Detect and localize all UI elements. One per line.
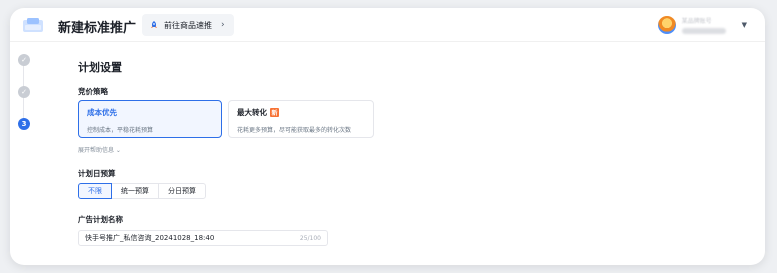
bid-option-title: 最大转化 bbox=[237, 108, 267, 117]
bid-option-cost-first[interactable]: 成本优先 控制成本，平稳花耗预算 bbox=[78, 100, 222, 138]
app-window: 新建标准推广 前往商品速推 › 某品牌账号 ▼ ✓ ✓ 3 计划设置 竞价策略 … bbox=[10, 8, 765, 265]
expand-help-link[interactable]: 展开帮助信息 ⌄ bbox=[78, 145, 121, 154]
bid-option-desc: 控制成本，平稳花耗预算 bbox=[87, 127, 154, 134]
plan-settings-form: 计划设置 竞价策略 成本优先 控制成本，平稳花耗预算 最大转化 新 花耗更多预算… bbox=[78, 8, 765, 265]
check-icon: ✓ bbox=[21, 56, 27, 64]
step-1-done[interactable]: ✓ bbox=[18, 54, 30, 66]
plan-name-input[interactable]: 快手号推广_私信咨询_20241028_18:40 25/100 bbox=[78, 230, 328, 246]
bid-option-title: 成本优先 bbox=[87, 108, 117, 117]
plan-name-label: 广告计划名称 bbox=[78, 215, 123, 224]
bid-option-max-conversion[interactable]: 最大转化 新 花耗更多预算，尽可能获取最多的转化次数 bbox=[228, 100, 374, 138]
section-title: 计划设置 bbox=[78, 61, 122, 74]
new-badge: 新 bbox=[270, 108, 279, 117]
step-2-done[interactable]: ✓ bbox=[18, 86, 30, 98]
budget-option-unified[interactable]: 统一预算 bbox=[111, 183, 159, 199]
budget-option-per-day[interactable]: 分日预算 bbox=[158, 183, 206, 199]
bid-strategy-label: 竞价策略 bbox=[78, 87, 108, 96]
app-logo-icon bbox=[23, 18, 43, 32]
daily-budget-label: 计划日预算 bbox=[78, 169, 116, 178]
check-icon: ✓ bbox=[21, 88, 27, 96]
char-counter: 25/100 bbox=[299, 234, 321, 242]
budget-option-unlimited[interactable]: 不限 bbox=[78, 183, 112, 199]
bid-option-desc: 花耗更多预算，尽可能获取最多的转化次数 bbox=[237, 127, 352, 134]
plan-name-value: 快手号推广_私信咨询_20241028_18:40 bbox=[85, 234, 215, 242]
daily-budget-selector: 不限 统一预算 分日预算 bbox=[78, 183, 206, 199]
step-number: 3 bbox=[21, 120, 27, 128]
step-3-current: 3 bbox=[18, 118, 30, 130]
